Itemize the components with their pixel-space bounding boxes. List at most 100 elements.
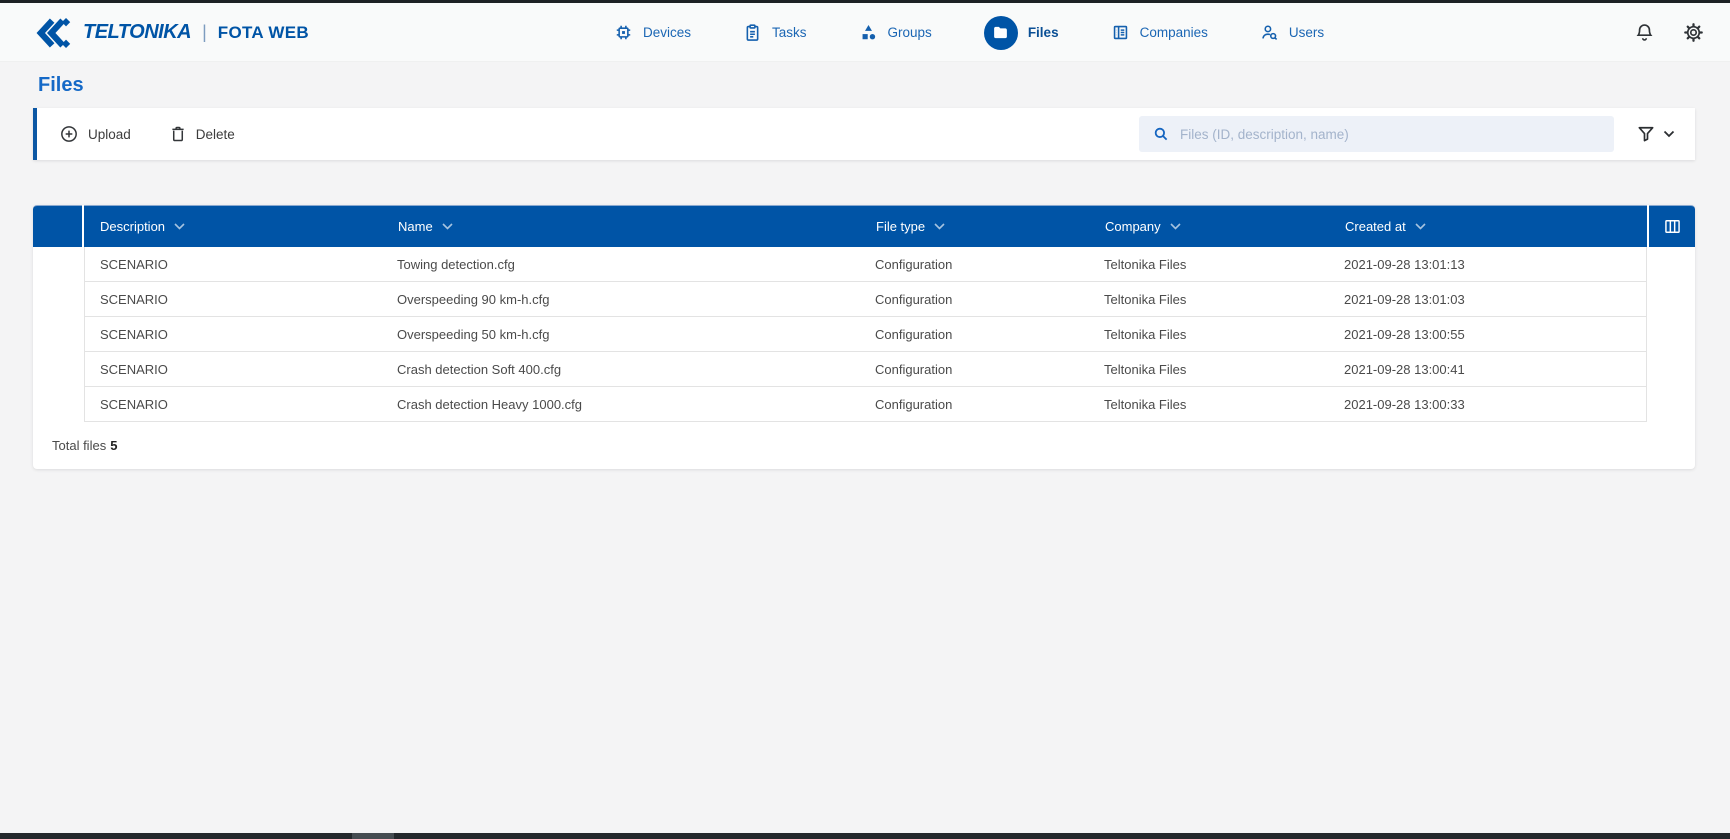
search-input[interactable] xyxy=(1180,116,1614,152)
brand-divider: | xyxy=(202,22,207,42)
table-footer: Total files 5 xyxy=(33,422,1695,469)
cell-description: SCENARIO xyxy=(100,326,168,342)
cell-name: Crash detection Heavy 1000.cfg xyxy=(397,396,582,412)
taskbar-highlight xyxy=(352,833,394,839)
cell-name: Towing detection.cfg xyxy=(397,256,515,272)
table-row[interactable]: SCENARIO Overspeeding 90 km-h.cfg Config… xyxy=(85,282,1646,317)
column-header-created-at[interactable]: Created at xyxy=(1329,206,1647,247)
page-title: Files xyxy=(38,74,84,96)
files-table: Description Name File type Company Creat… xyxy=(33,205,1695,469)
cell-created-at: 2021-09-28 13:00:33 xyxy=(1344,396,1465,412)
nav-item-users[interactable]: Users xyxy=(1260,23,1324,42)
cell-name: Overspeeding 90 km-h.cfg xyxy=(397,291,550,307)
sort-chevron-icon xyxy=(174,223,185,230)
cell-name: Crash detection Soft 400.cfg xyxy=(397,361,562,377)
building-icon xyxy=(1111,23,1130,42)
sort-chevron-icon xyxy=(1170,223,1181,230)
upload-button[interactable]: Upload xyxy=(59,124,131,144)
navbar-right xyxy=(1634,3,1704,62)
funnel-icon xyxy=(1636,124,1656,144)
nav-label: Groups xyxy=(887,25,932,40)
cell-company: Teltonika Files xyxy=(1104,361,1187,377)
chevron-down-icon xyxy=(1663,130,1675,138)
column-header-label: Name xyxy=(398,219,433,234)
delete-button[interactable]: Delete xyxy=(169,125,235,143)
sort-chevron-icon xyxy=(934,223,945,230)
table-row[interactable]: SCENARIO Crash detection Soft 400.cfg Co… xyxy=(85,352,1646,387)
nav-item-tasks[interactable]: Tasks xyxy=(743,23,807,42)
bell-icon xyxy=(1634,22,1655,43)
sort-chevron-icon xyxy=(1415,223,1426,230)
table-row[interactable]: SCENARIO Towing detection.cfg Configurat… xyxy=(85,247,1646,282)
cell-description: SCENARIO xyxy=(100,291,168,307)
delete-label: Delete xyxy=(195,126,235,142)
nav-item-devices[interactable]: Devices xyxy=(614,23,691,42)
table-body: SCENARIO Towing detection.cfg Configurat… xyxy=(84,247,1647,422)
cell-file-type: Configuration xyxy=(875,291,953,307)
nav-label: Devices xyxy=(643,25,692,40)
nav-label: Users xyxy=(1288,25,1325,40)
select-column-header xyxy=(33,205,82,247)
clipboard-icon xyxy=(743,23,762,42)
column-header-name[interactable]: Name xyxy=(382,206,860,247)
table-row[interactable]: SCENARIO Crash detection Heavy 1000.cfg … xyxy=(85,387,1646,422)
table-header: Description Name File type Company Creat… xyxy=(33,205,1695,247)
user-search-icon xyxy=(1260,23,1279,42)
gear-icon xyxy=(1683,22,1704,43)
nav-label: Tasks xyxy=(772,25,807,40)
nav-label: Companies xyxy=(1139,25,1208,40)
column-header-label: Company xyxy=(1105,219,1161,234)
cell-description: SCENARIO xyxy=(100,361,168,377)
teltonika-logo-icon xyxy=(36,17,74,48)
cell-file-type: Configuration xyxy=(875,326,953,342)
nav-item-files[interactable]: Files xyxy=(983,15,1059,50)
nav-item-groups[interactable]: Groups xyxy=(859,23,932,42)
trash-icon xyxy=(169,125,187,143)
nav-label: Files xyxy=(1027,25,1059,40)
column-header-label: Created at xyxy=(1345,219,1406,234)
cell-description: SCENARIO xyxy=(100,396,168,412)
brand-logo[interactable]: TELTONIKA | FOTA WEB xyxy=(36,3,309,62)
cell-company: Teltonika Files xyxy=(1104,326,1187,342)
sort-chevron-icon xyxy=(442,223,453,230)
cell-name: Overspeeding 50 km-h.cfg xyxy=(397,326,550,342)
active-nav-bubble xyxy=(983,15,1018,50)
column-header-description[interactable]: Description xyxy=(84,206,382,247)
total-files-value: 5 xyxy=(110,438,118,453)
upload-label: Upload xyxy=(88,126,131,142)
navbar: TELTONIKA | FOTA WEB Devices Tasks Group… xyxy=(0,3,1730,62)
cell-created-at: 2021-09-28 13:00:41 xyxy=(1344,361,1465,377)
chip-icon xyxy=(614,23,633,42)
search-input-wrapper xyxy=(1139,116,1614,152)
column-header-file-type[interactable]: File type xyxy=(860,206,1089,247)
table-row[interactable]: SCENARIO Overspeeding 50 km-h.cfg Config… xyxy=(85,317,1646,352)
column-header-company[interactable]: Company xyxy=(1089,206,1329,247)
cell-file-type: Configuration xyxy=(875,396,953,412)
brand-name: TELTONIKA xyxy=(83,21,192,43)
settings-button[interactable] xyxy=(1683,22,1704,43)
nav-item-companies[interactable]: Companies xyxy=(1111,23,1208,42)
cell-created-at: 2021-09-28 13:00:55 xyxy=(1344,326,1465,342)
filter-button[interactable] xyxy=(1636,108,1675,160)
column-header-label: File type xyxy=(876,219,926,234)
notifications-button[interactable] xyxy=(1634,22,1655,43)
cell-file-type: Configuration xyxy=(875,256,953,272)
product-name: FOTA WEB xyxy=(217,22,309,42)
cell-created-at: 2021-09-28 13:01:13 xyxy=(1344,256,1465,272)
cell-company: Teltonika Files xyxy=(1104,291,1187,307)
cell-company: Teltonika Files xyxy=(1104,256,1187,272)
table-header-columns: Description Name File type Company Creat… xyxy=(84,205,1647,247)
shapes-icon xyxy=(859,23,878,42)
cell-file-type: Configuration xyxy=(875,361,953,377)
cell-created-at: 2021-09-28 13:01:03 xyxy=(1344,291,1465,307)
cell-description: SCENARIO xyxy=(100,256,168,272)
bottom-taskbar xyxy=(0,833,1730,839)
columns-icon xyxy=(1663,218,1682,235)
plus-circle-icon xyxy=(59,124,79,144)
total-files-label: Total files xyxy=(52,438,107,453)
folder-icon xyxy=(992,24,1009,41)
search-icon xyxy=(1152,125,1170,143)
column-settings-button[interactable] xyxy=(1649,205,1695,247)
main-nav: Devices Tasks Groups Files Companies Use… xyxy=(614,3,1324,62)
toolbar: Upload Delete xyxy=(33,108,1695,160)
